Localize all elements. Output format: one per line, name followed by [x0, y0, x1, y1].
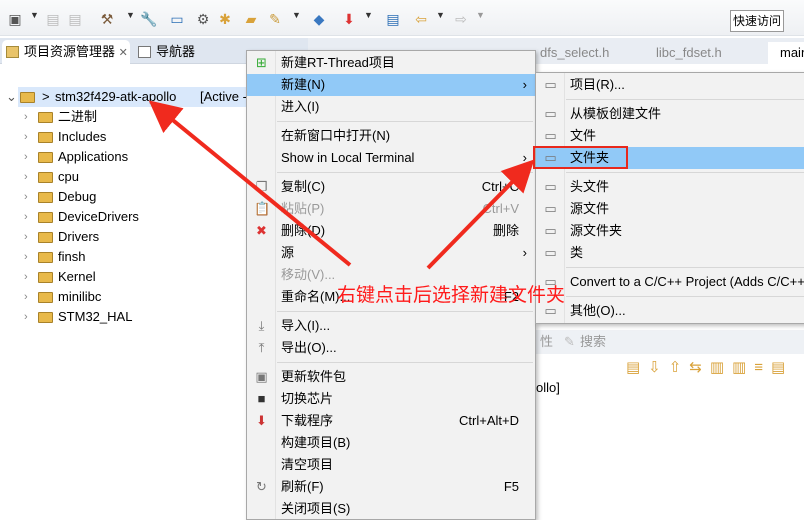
- arrow-to-folder: [426, 159, 535, 270]
- annotation-arrows: [148, 100, 535, 270]
- annotation-text: 右键点击后选择新建文件夹: [337, 285, 566, 306]
- arrow-to-project: [148, 100, 352, 267]
